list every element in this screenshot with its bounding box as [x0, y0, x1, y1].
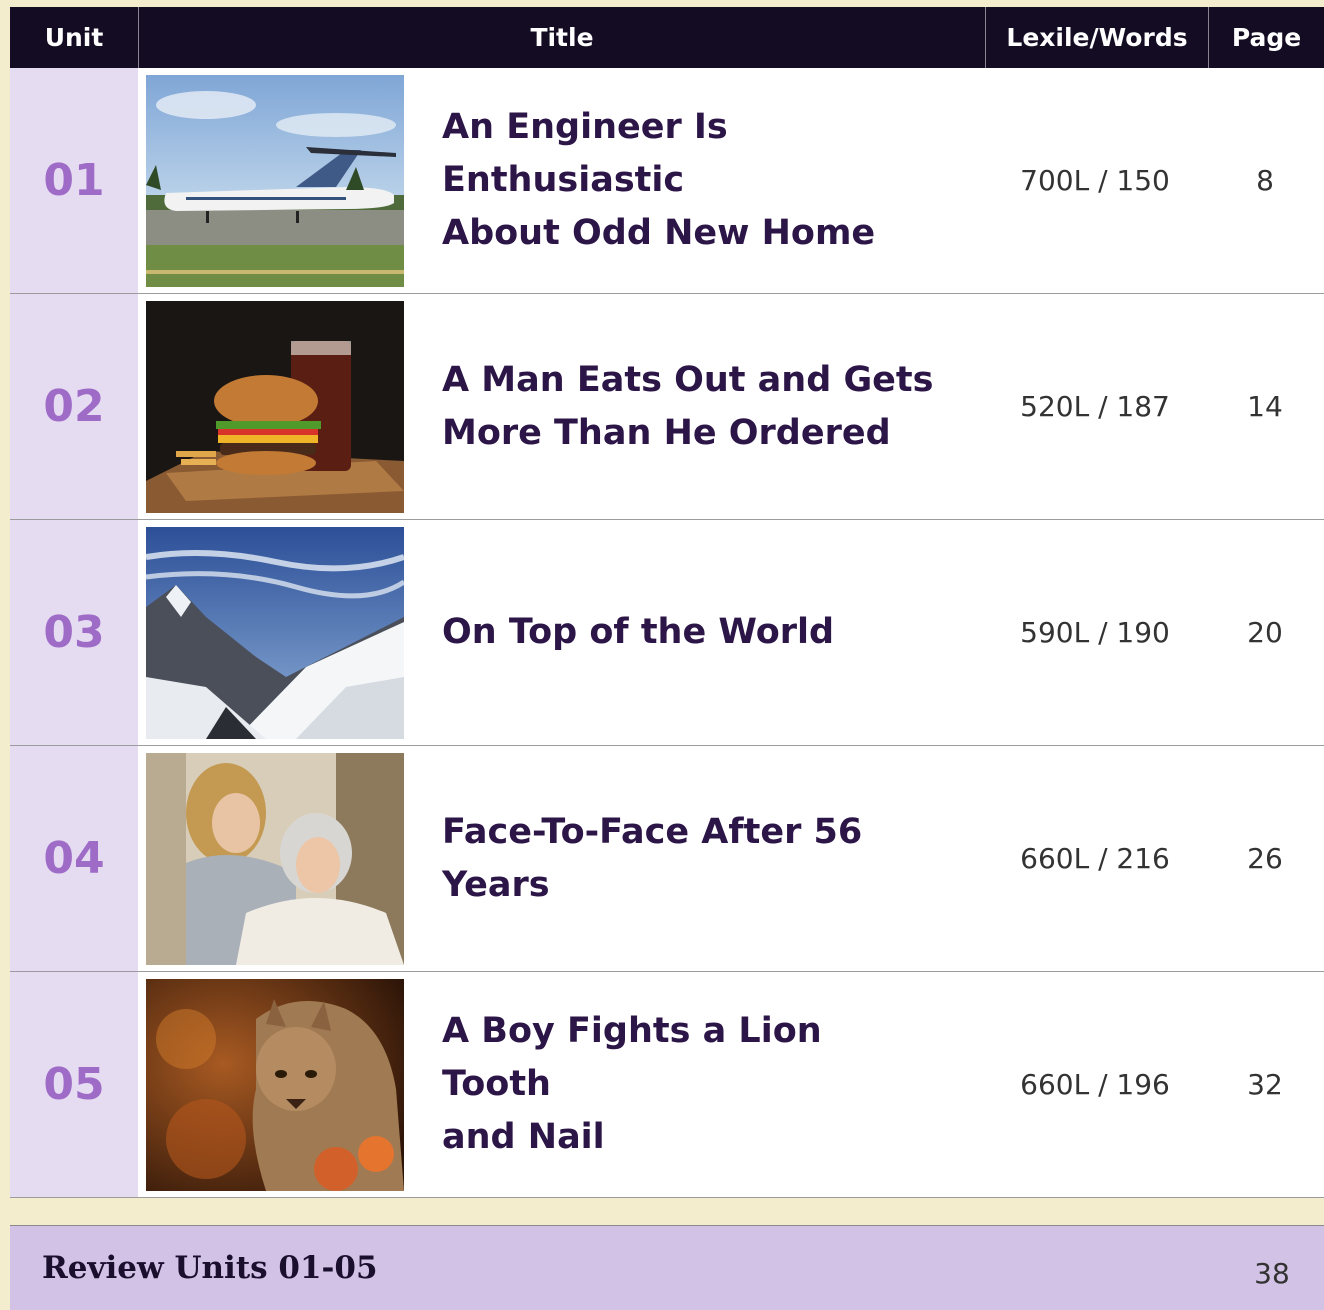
burger-photo — [146, 300, 404, 513]
table-of-contents: Unit Title Lexile/Words Page 01 An Engin… — [10, 7, 1324, 1198]
review-page-number: 38 — [1254, 1256, 1290, 1290]
table-row[interactable]: 01 An Engineer Is Enthusiastic About Odd… — [10, 68, 1324, 294]
unit-title[interactable]: Face-To-Face After 56 Years — [442, 806, 942, 912]
header-page: Page — [1231, 23, 1302, 52]
unit-title[interactable]: A Man Eats Out and Gets More Than He Ord… — [442, 354, 942, 460]
title-line: An Engineer Is Enthusiastic — [442, 107, 728, 200]
review-row[interactable]: Review Units 01-05 38 — [10, 1225, 1324, 1310]
review-label: Review Units 01-05 — [42, 1250, 378, 1286]
title-line: About Odd New Home — [442, 213, 876, 253]
table-row[interactable]: 04 Face-To-Face After 56 Years 660L / 21… — [10, 746, 1324, 972]
header-unit: Unit — [10, 7, 139, 68]
table-header: Unit Title Lexile/Words Page — [10, 7, 1324, 68]
table-row[interactable]: 02 A Man Eats Out and Gets More Than He … — [10, 294, 1324, 520]
title-line: More Than He Ordered — [442, 412, 891, 453]
title-line: A Boy Fights a Lion Tooth — [442, 1011, 822, 1104]
title-line: On Top of the World — [442, 612, 835, 652]
page-number: 14 — [1247, 390, 1283, 423]
unit-number: 03 — [10, 520, 138, 745]
lexile-words: 660L / 216 — [1020, 842, 1170, 875]
title-line: and Nail — [442, 1117, 605, 1157]
table-row[interactable]: 05 A Boy Fights a Lion Tooth and Nail 66… — [10, 972, 1324, 1198]
title-cell: A Man Eats Out and Gets More Than He Ord… — [138, 294, 984, 519]
unit-title[interactable]: A Boy Fights a Lion Tooth and Nail — [442, 1005, 942, 1164]
lexile-words: 520L / 187 — [1020, 390, 1170, 423]
title-cell: On Top of the World — [138, 520, 984, 745]
page-number: 32 — [1247, 1068, 1283, 1101]
mountain-photo — [146, 526, 404, 739]
header-lexile-words: Lexile/Words — [986, 7, 1209, 68]
unit-title[interactable]: On Top of the World — [442, 606, 942, 659]
page-number: 26 — [1247, 842, 1283, 875]
unit-number: 01 — [10, 68, 138, 293]
unit-number: 02 — [10, 294, 138, 519]
title-line: Face-To-Face After 56 Years — [442, 811, 863, 905]
title-cell: An Engineer Is Enthusiastic About Odd Ne… — [138, 68, 984, 293]
lexile-words: 660L / 196 — [1020, 1068, 1170, 1101]
airplane-photo — [146, 74, 404, 287]
unit-number: 05 — [10, 972, 138, 1197]
lexile-words: 700L / 150 — [1020, 164, 1170, 197]
cougar-photo — [146, 978, 404, 1191]
title-cell: Face-To-Face After 56 Years — [138, 746, 984, 971]
title-cell: A Boy Fights a Lion Tooth and Nail — [138, 972, 984, 1197]
unit-title[interactable]: An Engineer Is Enthusiastic About Odd Ne… — [442, 101, 942, 260]
unit-number: 04 — [10, 746, 138, 971]
women-photo — [146, 752, 404, 965]
page-number: 8 — [1256, 164, 1274, 197]
header-title: Title — [139, 7, 986, 68]
table-row[interactable]: 03 On Top of the World 590L / 190 20 — [10, 520, 1324, 746]
title-line: A Man Eats Out and Gets — [442, 359, 934, 400]
lexile-words: 590L / 190 — [1020, 616, 1170, 649]
page-number: 20 — [1247, 616, 1283, 649]
